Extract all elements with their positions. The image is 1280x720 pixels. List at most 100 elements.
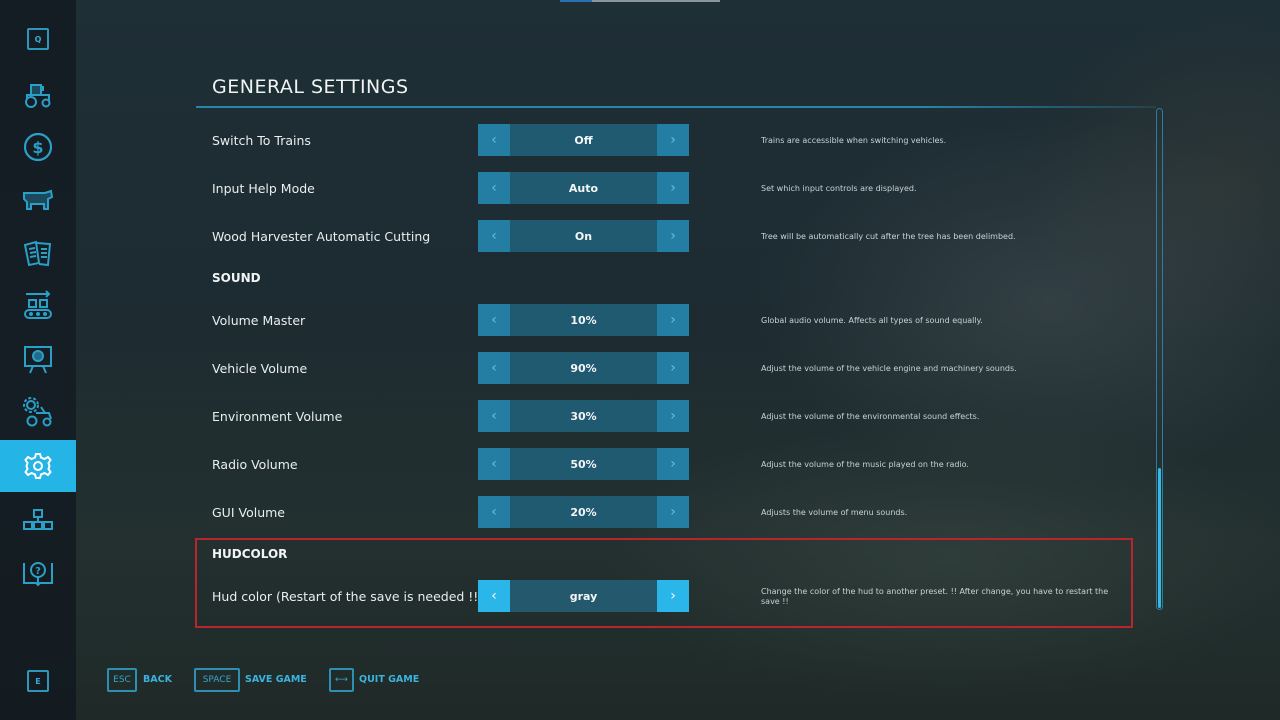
sidebar-item-animals[interactable] (0, 174, 76, 226)
svg-text:$: $ (32, 138, 43, 157)
radio-volume-stepper: ‹ 50% › (478, 448, 689, 480)
setting-row-gui-volume: GUI Volume ‹ 20% › Adjusts the volume of… (196, 496, 1136, 530)
stepper-value: gray (510, 580, 657, 612)
scrollbar-thumb[interactable] (1158, 468, 1161, 608)
sidebar-item-contracts[interactable] (0, 227, 76, 279)
chevron-right-icon[interactable]: › (657, 304, 689, 336)
chevron-left-icon[interactable]: ‹ (478, 496, 510, 528)
setting-label: Input Help Mode (212, 181, 315, 196)
gear-icon (24, 453, 52, 479)
setting-description: Set which input controls are displayed. (761, 184, 917, 193)
sidebar-item-statistics[interactable] (0, 333, 76, 385)
setting-row-switch-to-trains: Switch To Trains ‹ Off › Trains are acce… (196, 124, 1136, 158)
chevron-left-icon[interactable]: ‹ (478, 580, 510, 612)
page-indicator (560, 0, 720, 2)
setting-row-vehicle-volume: Vehicle Volume ‹ 90% › Adjust the volume… (196, 352, 1136, 386)
setting-label: Volume Master (212, 313, 306, 328)
volume-master-stepper: ‹ 10% › (478, 304, 689, 336)
setting-label: Switch To Trains (212, 133, 311, 148)
chevron-right-icon[interactable]: › (657, 220, 689, 252)
cow-icon (23, 189, 54, 210)
stepper-value: On (510, 220, 657, 252)
setting-label: Radio Volume (212, 457, 298, 472)
sidebar: Q $ ? E (0, 0, 76, 720)
input-help-mode-stepper: ‹ Auto › (478, 172, 689, 204)
back-key-hint[interactable]: ESC (107, 668, 137, 692)
stepper-value: Auto (510, 172, 657, 204)
presentation-icon (24, 346, 52, 374)
chevron-right-icon[interactable]: › (657, 448, 689, 480)
title-divider (196, 106, 1156, 108)
setting-description: Adjust the volume of the environmental s… (761, 412, 980, 421)
stepper-value: 10% (510, 304, 657, 336)
page-title: GENERAL SETTINGS (212, 76, 409, 98)
environment-volume-stepper: ‹ 30% › (478, 400, 689, 432)
quit-key-hint[interactable]: ⟷ (329, 668, 354, 692)
chevron-right-icon[interactable]: › (657, 400, 689, 432)
dollar-icon: $ (23, 132, 53, 162)
stepper-value: 30% (510, 400, 657, 432)
chevron-left-icon[interactable]: ‹ (478, 124, 510, 156)
setting-description: Trains are accessible when switching veh… (761, 136, 947, 145)
tractor-icon (25, 84, 51, 108)
sidebar-item-production[interactable] (0, 280, 76, 332)
scrollbar[interactable] (1156, 108, 1163, 610)
chevron-left-icon[interactable]: ‹ (478, 220, 510, 252)
setting-label: Wood Harvester Automatic Cutting (212, 229, 431, 244)
chevron-right-icon[interactable]: › (657, 352, 689, 384)
section-heading-sound: SOUND (212, 271, 261, 285)
network-icon (23, 509, 53, 530)
next-tab-key-hint[interactable]: E (27, 670, 49, 692)
chevron-left-icon[interactable]: ‹ (478, 352, 510, 384)
sidebar-item-vehicles[interactable] (0, 68, 76, 120)
setting-description: Adjust the volume of the vehicle engine … (761, 364, 1017, 373)
stepper-value: Off (510, 124, 657, 156)
chevron-left-icon[interactable]: ‹ (478, 400, 510, 432)
setting-row-hud-color: Hud color (Restart of the save is needed… (196, 580, 1136, 614)
setting-row-input-help-mode: Input Help Mode ‹ Auto › Set which input… (196, 172, 1136, 206)
back-button[interactable]: BACK (143, 668, 172, 692)
stepper-value: 50% (510, 448, 657, 480)
wood-harvester-stepper: ‹ On › (478, 220, 689, 252)
setting-label: GUI Volume (212, 505, 285, 520)
prev-tab-key-hint[interactable]: Q (27, 28, 49, 50)
setting-row-wood-harvester: Wood Harvester Automatic Cutting ‹ On › … (196, 220, 1136, 254)
save-game-button[interactable]: SAVE GAME (245, 668, 307, 692)
setting-row-volume-master: Volume Master ‹ 10% › Global audio volum… (196, 304, 1136, 338)
setting-description: Tree will be automatically cut after the… (761, 232, 1016, 241)
setting-description: Change the color of the hud to another p… (761, 587, 1109, 606)
svg-text:?: ? (35, 566, 41, 577)
setting-description: Adjusts the volume of menu sounds. (761, 508, 908, 517)
chevron-right-icon[interactable]: › (657, 580, 689, 612)
save-key-hint[interactable]: SPACE (194, 668, 240, 692)
hud-color-stepper: ‹ gray › (478, 580, 689, 612)
chevron-left-icon[interactable]: ‹ (478, 448, 510, 480)
conveyor-icon (24, 290, 52, 319)
setting-description: Adjust the volume of the music played on… (761, 460, 969, 469)
chevron-left-icon[interactable]: ‹ (478, 172, 510, 204)
chevron-right-icon[interactable]: › (657, 172, 689, 204)
documents-icon (23, 240, 52, 267)
setting-description: Global audio volume. Affects all types o… (761, 316, 983, 325)
page-indicator-active[interactable] (560, 0, 592, 2)
quit-game-button[interactable]: QUIT GAME (359, 668, 419, 692)
switch-to-trains-stepper: ‹ Off › (478, 124, 689, 156)
setting-label: Vehicle Volume (212, 361, 308, 376)
gear-tractor-icon (23, 397, 52, 427)
sidebar-item-finances[interactable]: $ (0, 121, 76, 173)
gui-volume-stepper: ‹ 20% › (478, 496, 689, 528)
chevron-right-icon[interactable]: › (657, 496, 689, 528)
help-book-icon: ? (23, 562, 53, 587)
sidebar-item-multiplayer[interactable] (0, 494, 76, 546)
chevron-left-icon[interactable]: ‹ (478, 304, 510, 336)
sidebar-item-garage[interactable] (0, 386, 76, 438)
stepper-value: 20% (510, 496, 657, 528)
page-indicator-inactive[interactable] (592, 0, 720, 2)
chevron-right-icon[interactable]: › (657, 124, 689, 156)
setting-label: Hud color (Restart of the save is needed… (212, 589, 484, 604)
vehicle-volume-stepper: ‹ 90% › (478, 352, 689, 384)
sidebar-item-help[interactable]: ? (0, 547, 76, 599)
stepper-value: 90% (510, 352, 657, 384)
sidebar-item-settings[interactable] (0, 440, 76, 492)
section-heading-hudcolor: HUDCOLOR (212, 547, 288, 561)
